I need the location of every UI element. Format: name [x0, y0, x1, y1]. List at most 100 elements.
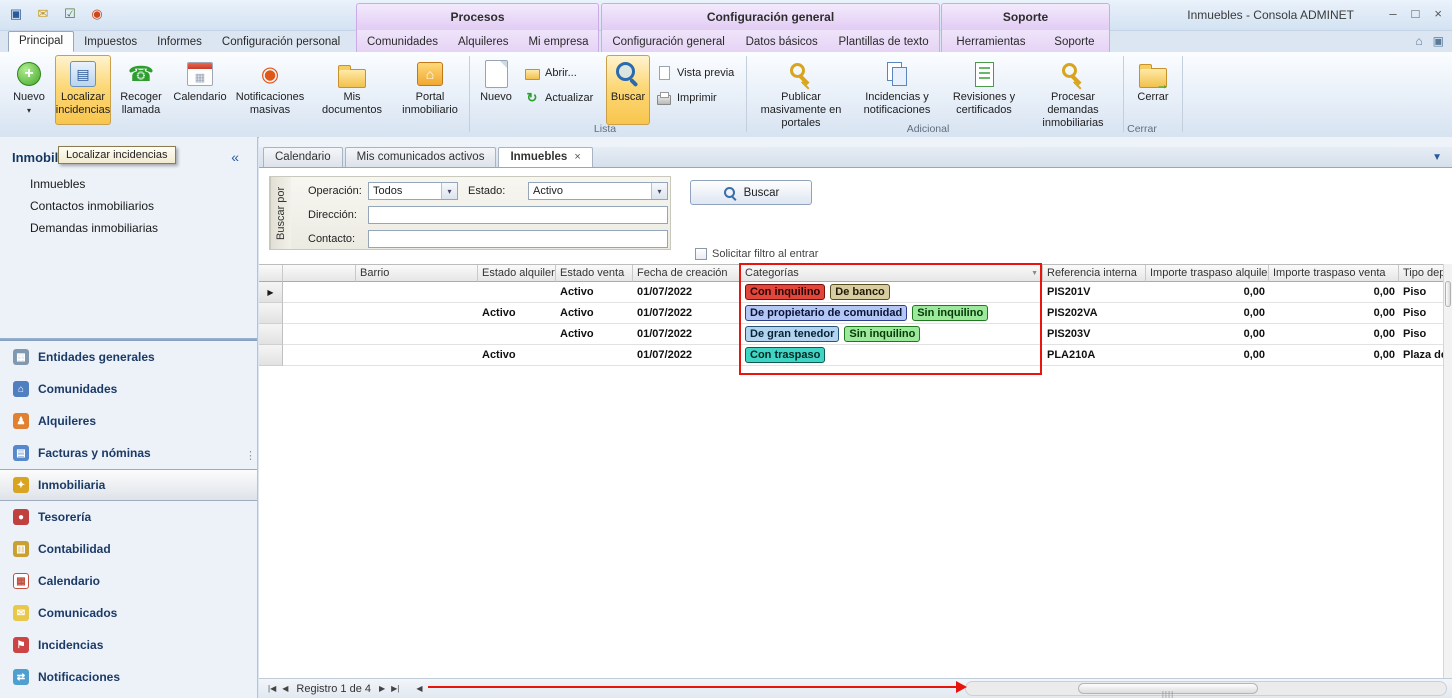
solicitar-filtro-checkbox[interactable]: Solicitar filtro al entrar: [695, 248, 818, 260]
ribbon-button-buscar[interactable]: Buscar: [606, 55, 650, 125]
ribbon-button-publicar-masivamente[interactable]: Publicar masivamente en portales: [751, 55, 851, 125]
document-tab-calendario[interactable]: Calendario: [263, 147, 343, 167]
column-header-referencia-interna[interactable]: Referencia interna: [1043, 265, 1146, 282]
minimize-button[interactable]: –: [1389, 6, 1396, 21]
ribbon-tab-impuestos[interactable]: Impuestos: [74, 32, 147, 51]
contacto-input[interactable]: [368, 230, 668, 248]
filter-panel-tab[interactable]: Buscar por: [270, 177, 291, 249]
revisions-list-icon: [975, 62, 994, 87]
ribbon-tab-principal[interactable]: Principal: [8, 31, 74, 52]
scroll-left-button[interactable]: ◀: [416, 684, 422, 693]
ribbon-button-revisiones-certificados[interactable]: Revisiones y certificados: [943, 55, 1025, 125]
horizontal-scrollbar-thumb[interactable]: ||||: [1078, 683, 1258, 694]
sidebar-nav-inmobiliaria[interactable]: Inmobiliaria: [0, 469, 257, 501]
ribbon-tab-datos-basicos[interactable]: Datos básicos: [736, 32, 828, 51]
mail-icon[interactable]: ✉: [33, 4, 53, 24]
row-indicator[interactable]: [259, 324, 283, 345]
close-folder-icon: [1139, 68, 1167, 88]
sidebar-nav-incidencias[interactable]: Incidencias: [0, 629, 257, 661]
checkbox-icon[interactable]: [695, 248, 707, 260]
ribbon-button-incidencias-notificaciones[interactable]: Incidencias y notificaciones: [853, 55, 941, 125]
locate-incidents-icon: [70, 61, 96, 87]
ribbon-button-actualizar[interactable]: Actualizar: [521, 90, 603, 106]
sidebar-item-demandas-inmobiliarias[interactable]: Demandas inmobiliarias: [0, 217, 257, 239]
tab-list-dropdown-icon[interactable]: ▼: [1432, 152, 1442, 163]
ribbon-button-label: Imprimir: [677, 92, 717, 104]
sidebar-nav-comunicados[interactable]: Comunicados: [0, 597, 257, 629]
mass-notifications-icon: [261, 62, 279, 87]
cell-estado-venta: Activo: [556, 282, 633, 303]
document-tab-mis-comunicados-activos[interactable]: Mis comunicados activos: [345, 147, 497, 167]
row-indicator[interactable]: [259, 345, 283, 366]
column-header-importe-traspaso-venta[interactable]: Importe traspaso venta: [1269, 265, 1399, 282]
sidebar-item-contactos-inmobiliarios[interactable]: Contactos inmobiliarios: [0, 195, 257, 217]
sidebar-nav-entidades-generales[interactable]: Entidades generales: [0, 341, 257, 373]
column-header-fecha-de-creacion[interactable]: Fecha de creación: [633, 265, 741, 282]
document-tab-inmuebles[interactable]: Inmuebles×: [498, 147, 592, 167]
sidebar-nav-facturas-y-nominas[interactable]: Facturas y nóminas: [0, 437, 257, 469]
sidebar-nav-alquileres[interactable]: Alquileres: [0, 405, 257, 437]
sidebar-nav-contabilidad[interactable]: Contabilidad: [0, 533, 257, 565]
broadcast-icon[interactable]: ◉: [87, 4, 107, 24]
column-header-estado-alquiler[interactable]: Estado alquiler: [478, 265, 556, 282]
buscar-button[interactable]: Buscar: [690, 180, 812, 205]
horizontal-scrollbar[interactable]: ||||: [965, 681, 1447, 696]
previous-record-button[interactable]: ◀: [282, 684, 288, 693]
first-record-button[interactable]: |◀: [268, 684, 276, 693]
ribbon-tab-herramientas[interactable]: Herramientas: [946, 32, 1035, 51]
operacion-select[interactable]: Todos ▾: [368, 182, 458, 200]
ribbon-tab-alquileres[interactable]: Alquileres: [448, 32, 519, 51]
direccion-input[interactable]: [368, 206, 668, 224]
column-header-barrio[interactable]: Barrio: [356, 265, 478, 282]
sidebar-nav-comunidades[interactable]: Comunidades: [0, 373, 257, 405]
ribbon-tab-comunidades[interactable]: Comunidades: [357, 32, 448, 51]
ribbon-button-portal-inmobiliario[interactable]: Portal inmobiliario: [395, 55, 465, 125]
incidents-icon: [13, 637, 29, 653]
ribbon-tab-configuracion-personal[interactable]: Configuración personal: [212, 32, 350, 51]
ribbon-tab-mi-empresa[interactable]: Mi empresa: [518, 32, 598, 51]
notes-icon[interactable]: ☑: [60, 4, 80, 24]
sidebar-nav-notificaciones[interactable]: Notificaciones: [0, 661, 257, 693]
ribbon-tab-configuracion-general[interactable]: Configuración general: [602, 32, 735, 51]
ribbon-button-procesar-demandas[interactable]: Procesar demandas inmobiliarias: [1027, 55, 1119, 125]
window-controls: – □ ×: [1389, 6, 1442, 21]
maximize-button[interactable]: □: [1412, 6, 1420, 21]
ribbon-button-nuevo-lista[interactable]: Nuevo: [474, 55, 518, 125]
column-header-estado-venta[interactable]: Estado venta: [556, 265, 633, 282]
column-header-blank[interactable]: [283, 265, 356, 282]
last-record-button[interactable]: ▶|: [391, 684, 399, 693]
window-panel-icon[interactable]: ▣: [1433, 34, 1444, 48]
ribbon-tab-soporte[interactable]: Soporte: [1044, 32, 1104, 51]
estado-select[interactable]: Activo ▾: [528, 182, 668, 200]
vertical-scrollbar[interactable]: [1443, 264, 1452, 678]
next-record-button[interactable]: ▶: [379, 684, 385, 693]
ribbon-button-recoger-llamada[interactable]: Recoger llamada: [113, 55, 169, 125]
vertical-scrollbar-thumb[interactable]: [1445, 281, 1451, 307]
close-button[interactable]: ×: [1434, 6, 1442, 21]
sidebar-item-inmuebles[interactable]: Inmuebles: [0, 173, 257, 195]
sidebar-nav-calendario[interactable]: Calendario: [0, 565, 257, 597]
row-indicator[interactable]: ▶: [259, 282, 283, 303]
ribbon-button-vista-previa[interactable]: Vista previa: [653, 65, 741, 81]
ribbon-button-localizar-incidencias[interactable]: Localizar incidencias: [55, 55, 111, 125]
ribbon-button-imprimir[interactable]: Imprimir: [653, 90, 741, 106]
ribbon-button-nuevo[interactable]: Nuevo ▾: [5, 55, 53, 125]
operacion-label: Operación:: [308, 185, 362, 197]
ribbon-button-calendario[interactable]: Calendario: [171, 55, 229, 125]
ribbon-button-label: Revisiones y certificados: [947, 91, 1021, 117]
ribbon-button-mis-documentos[interactable]: Mis documentos: [311, 55, 393, 125]
column-header-importe-traspaso-alquiler[interactable]: Importe traspaso alquiler: [1146, 265, 1269, 282]
row-indicator[interactable]: [259, 303, 283, 324]
ribbon-button-abrir[interactable]: Abrir...: [521, 65, 603, 81]
ribbon-button-cerrar[interactable]: Cerrar: [1128, 55, 1178, 125]
tab-group-configuracion: Configuración generalDatos básicosPlanti…: [601, 30, 940, 52]
close-tab-icon[interactable]: ×: [574, 151, 580, 163]
ribbon-tab-plantillas-de-texto[interactable]: Plantillas de texto: [828, 32, 938, 51]
home-icon[interactable]: ⌂: [1415, 34, 1422, 48]
ribbon-tab-informes[interactable]: Informes: [147, 32, 212, 51]
ribbon-button-notificaciones-masivas[interactable]: Notificaciones masivas: [231, 55, 309, 125]
ribbon-button-label: Localizar incidencias: [56, 91, 110, 117]
sidebar-nav-tesoreria[interactable]: Tesorería: [0, 501, 257, 533]
splitter-handle[interactable]: ⋮: [245, 449, 256, 462]
collapse-sidebar-icon[interactable]: «: [231, 149, 239, 165]
